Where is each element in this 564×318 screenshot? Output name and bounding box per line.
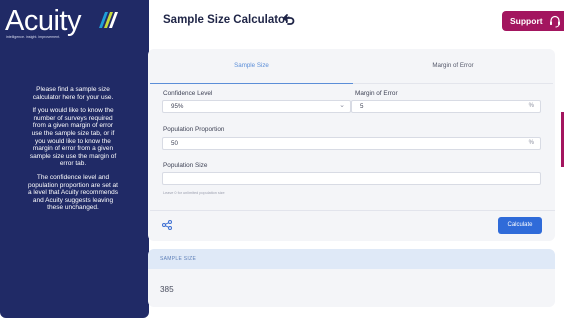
sidebar-paragraph: Please find a sample size calculator her… bbox=[32, 86, 114, 101]
logo-tagline: intelligence. insight. improvement. bbox=[6, 35, 61, 39]
page-title: Sample Size Calculator bbox=[163, 14, 290, 26]
sidebar: Acuity intelligence. insight. improvemen… bbox=[0, 0, 149, 318]
chevron-down-icon: ⌄ bbox=[339, 102, 345, 109]
confidence-level-label: Confidence Level bbox=[163, 90, 213, 97]
margin-of-error-value: 5 bbox=[360, 103, 364, 110]
logo-slash-mark bbox=[99, 12, 118, 28]
result-header: SAMPLE SIZE bbox=[148, 249, 555, 269]
sidebar-paragraph: If you would like to know the number of … bbox=[29, 107, 117, 168]
population-size-hint: Leave 0 for unlimited population size bbox=[163, 191, 225, 195]
margin-of-error-input[interactable]: 5 % bbox=[351, 100, 541, 113]
logo-wordmark: Acuity bbox=[5, 5, 81, 37]
support-label: Support bbox=[510, 16, 543, 26]
result-panel: 385 bbox=[148, 269, 555, 307]
percent-suffix: % bbox=[528, 103, 534, 109]
confidence-level-value: 95% bbox=[171, 103, 184, 110]
calculate-button[interactable]: Calculate bbox=[498, 217, 542, 234]
confidence-level-select[interactable]: 95% ⌄ bbox=[162, 100, 351, 113]
acuity-logo[interactable]: Acuity intelligence. insight. improvemen… bbox=[5, 6, 145, 42]
margin-of-error-label: Margin of Error bbox=[355, 90, 398, 97]
population-size-input[interactable] bbox=[162, 172, 541, 185]
divider bbox=[150, 210, 555, 211]
sidebar-paragraph: The confidence level and population prop… bbox=[28, 173, 118, 212]
population-size-label: Population Size bbox=[163, 162, 208, 169]
headset-icon bbox=[550, 15, 560, 28]
sidebar-description: Please find a sample size calculator her… bbox=[27, 86, 119, 218]
population-proportion-input[interactable]: 50 % bbox=[162, 137, 541, 150]
population-proportion-value: 50 bbox=[171, 140, 178, 147]
support-button[interactable]: Support bbox=[502, 11, 564, 31]
undo-icon[interactable] bbox=[283, 13, 295, 25]
share-icon[interactable] bbox=[162, 220, 172, 230]
population-proportion-label: Population Proportion bbox=[163, 126, 225, 133]
result-heading: SAMPLE SIZE bbox=[160, 256, 197, 262]
tab-sample-size[interactable]: Sample Size bbox=[150, 61, 353, 84]
tab-margin-of-error[interactable]: Margin of Error bbox=[353, 61, 553, 84]
percent-suffix: % bbox=[528, 140, 534, 146]
sample-size-result: 385 bbox=[160, 285, 174, 294]
